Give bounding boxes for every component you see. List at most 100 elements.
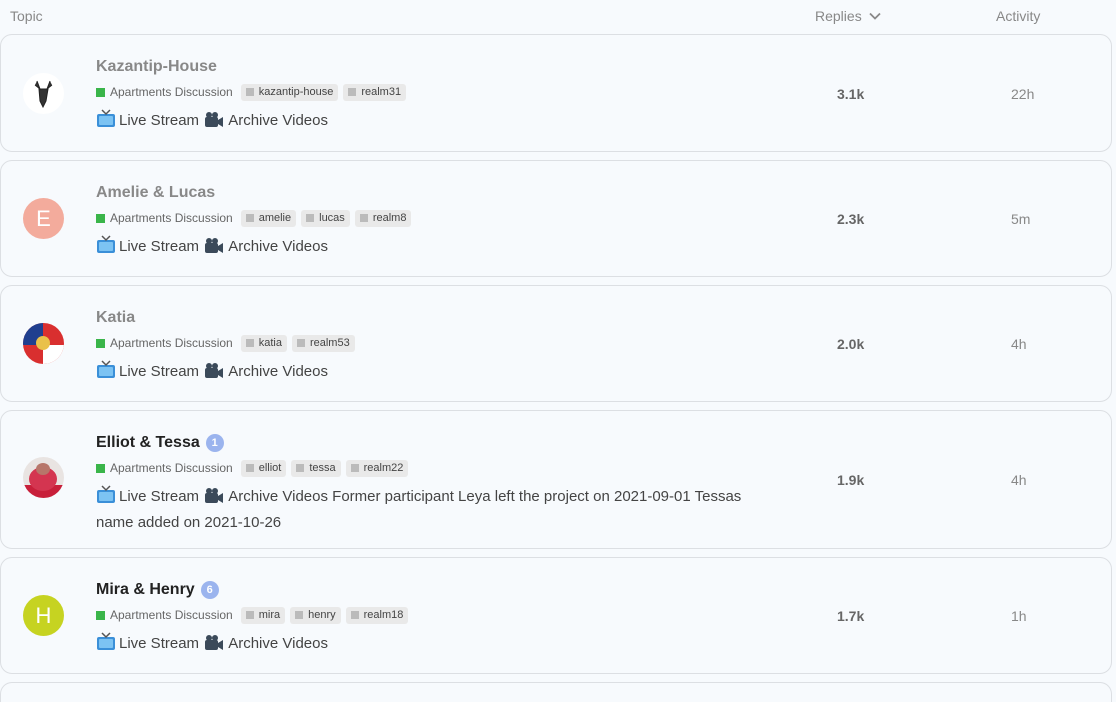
topic-title[interactable]: Katia [96, 309, 756, 327]
tag[interactable]: lucas [301, 209, 350, 227]
video-camera-icon [203, 237, 225, 262]
replies-count[interactable]: 2.3k [837, 211, 864, 227]
tag[interactable]: realm53 [291, 334, 355, 352]
topic-row[interactable]: H Mira & Henry 6 Apartments Discussion mira h… [0, 557, 1112, 674]
video-camera-icon [203, 634, 225, 659]
tag-label: lucas [319, 212, 345, 224]
replies-count[interactable]: 1.7k [837, 608, 864, 624]
tag-label: henry [308, 609, 336, 621]
topic-title-text[interactable]: Katia [96, 309, 135, 327]
topic-excerpt: Live Stream Archive Videos Former partic… [96, 485, 756, 534]
tag-square-icon [359, 214, 368, 222]
avatar[interactable]: H [23, 595, 64, 636]
category-badge[interactable]: Apartments Discussion [96, 608, 233, 622]
avatar[interactable]: E [23, 198, 64, 239]
column-header-replies[interactable]: Replies [815, 8, 882, 24]
topic-title-text[interactable]: Mira & Henry [96, 581, 195, 599]
topic-row[interactable]: Kazantip-House Apartments Discussion kazan… [0, 34, 1112, 152]
activity-time[interactable]: 5m [1011, 211, 1030, 227]
tag[interactable]: realm22 [345, 459, 409, 477]
activity-time[interactable]: 4h [1011, 336, 1027, 352]
category-badge[interactable]: Apartments Discussion [96, 461, 233, 475]
tag-square-icon [350, 611, 359, 619]
television-icon [96, 360, 116, 387]
flag-photo-icon [23, 323, 64, 364]
category-label: Apartments Discussion [110, 461, 233, 475]
topic-row[interactable]: E Amelie & Lucas Apartments Discussion amel… [0, 160, 1112, 277]
category-square-icon [96, 87, 105, 97]
category-badge[interactable]: Apartments Discussion [96, 336, 233, 350]
topic-excerpt: Live Stream Archive Videos [96, 235, 756, 262]
person-photo-icon [23, 457, 64, 498]
tag[interactable]: realm18 [345, 606, 409, 624]
live-stream-text: Live Stream [119, 238, 200, 255]
activity-time[interactable]: 4h [1011, 472, 1027, 488]
tag[interactable]: elliot [240, 459, 287, 477]
topic-title-text[interactable]: Elliot & Tessa [96, 434, 200, 452]
tag-square-icon [245, 464, 254, 472]
topic-row[interactable]: Katia Apartments Discussion katia realm53 Li… [0, 285, 1112, 402]
video-camera-icon [203, 487, 225, 512]
avatar[interactable] [23, 73, 64, 114]
television-icon [96, 109, 116, 136]
category-badge[interactable]: Apartments Discussion [96, 211, 233, 225]
tag-label: tessa [309, 462, 336, 474]
unread-count-badge[interactable]: 6 [200, 581, 219, 599]
tag-label: amelie [258, 212, 292, 224]
tag-square-icon [245, 214, 254, 222]
tag[interactable]: amelie [240, 209, 297, 227]
archive-videos-text: Archive Videos [228, 112, 328, 129]
topic-content: Katia Apartments Discussion katia realm53 Li… [96, 309, 756, 387]
avatar-letter: E [36, 205, 51, 231]
column-header-activity[interactable]: Activity [996, 8, 1040, 24]
live-stream-text: Live Stream [119, 488, 200, 505]
avatar[interactable] [23, 457, 64, 498]
tag-label: realm53 [309, 337, 350, 349]
chevron-down-icon [869, 12, 881, 20]
replies-count[interactable]: 3.1k [837, 86, 864, 102]
activity-time[interactable]: 1h [1011, 608, 1027, 624]
topic-title-text[interactable]: Kazantip-House [96, 58, 217, 76]
topic-title[interactable]: Kazantip-House [96, 58, 756, 76]
category-square-icon [96, 213, 105, 223]
tag[interactable]: kazantip-house [240, 83, 339, 101]
video-camera-icon [203, 362, 225, 387]
tag-square-icon [295, 611, 304, 619]
archive-videos-text: Archive Videos [228, 238, 328, 255]
archive-videos-text: Archive Videos [228, 488, 328, 505]
tag[interactable]: mira [240, 606, 286, 624]
tag[interactable]: tessa [291, 459, 341, 477]
topic-meta: Apartments Discussion mira henry realm18 [96, 606, 756, 624]
topic-meta: Apartments Discussion katia realm53 [96, 334, 756, 352]
replies-count[interactable]: 1.9k [837, 472, 864, 488]
topic-title[interactable]: Elliot & Tessa 1 [96, 434, 756, 452]
activity-time[interactable]: 22h [1011, 86, 1034, 102]
avatar[interactable] [23, 323, 64, 364]
archive-videos-text: Archive Videos [228, 635, 328, 652]
live-stream-text: Live Stream [119, 635, 200, 652]
tag[interactable]: henry [290, 606, 341, 624]
category-square-icon [96, 463, 105, 473]
tag-label: realm18 [363, 609, 404, 621]
topic-title[interactable]: Mira & Henry 6 [96, 581, 756, 599]
category-badge[interactable]: Apartments Discussion [96, 85, 233, 99]
topic-title-text[interactable]: Amelie & Lucas [96, 184, 215, 202]
tag-label: kazantip-house [258, 86, 334, 98]
unread-count-badge[interactable]: 1 [205, 434, 224, 452]
replies-count[interactable]: 2.0k [837, 336, 864, 352]
topic-title[interactable]: Amelie & Lucas [96, 184, 756, 202]
topic-meta: Apartments Discussion kazantip-house realm… [96, 83, 756, 101]
category-label: Apartments Discussion [110, 85, 233, 99]
tag[interactable]: katia [240, 334, 287, 352]
television-icon [96, 235, 116, 262]
tag-square-icon [296, 339, 305, 347]
category-label: Apartments Discussion [110, 336, 233, 350]
tag[interactable]: realm31 [343, 83, 407, 101]
topic-row[interactable]: Elliot & Tessa 1 Apartments Discussion elli… [0, 410, 1112, 549]
tag[interactable]: realm8 [354, 209, 412, 227]
tag-label: realm8 [372, 212, 407, 224]
television-icon [96, 485, 116, 512]
topic-content: Amelie & Lucas Apartments Discussion ameli… [96, 184, 756, 262]
tag-square-icon [245, 339, 254, 347]
tag-square-icon [245, 88, 254, 96]
